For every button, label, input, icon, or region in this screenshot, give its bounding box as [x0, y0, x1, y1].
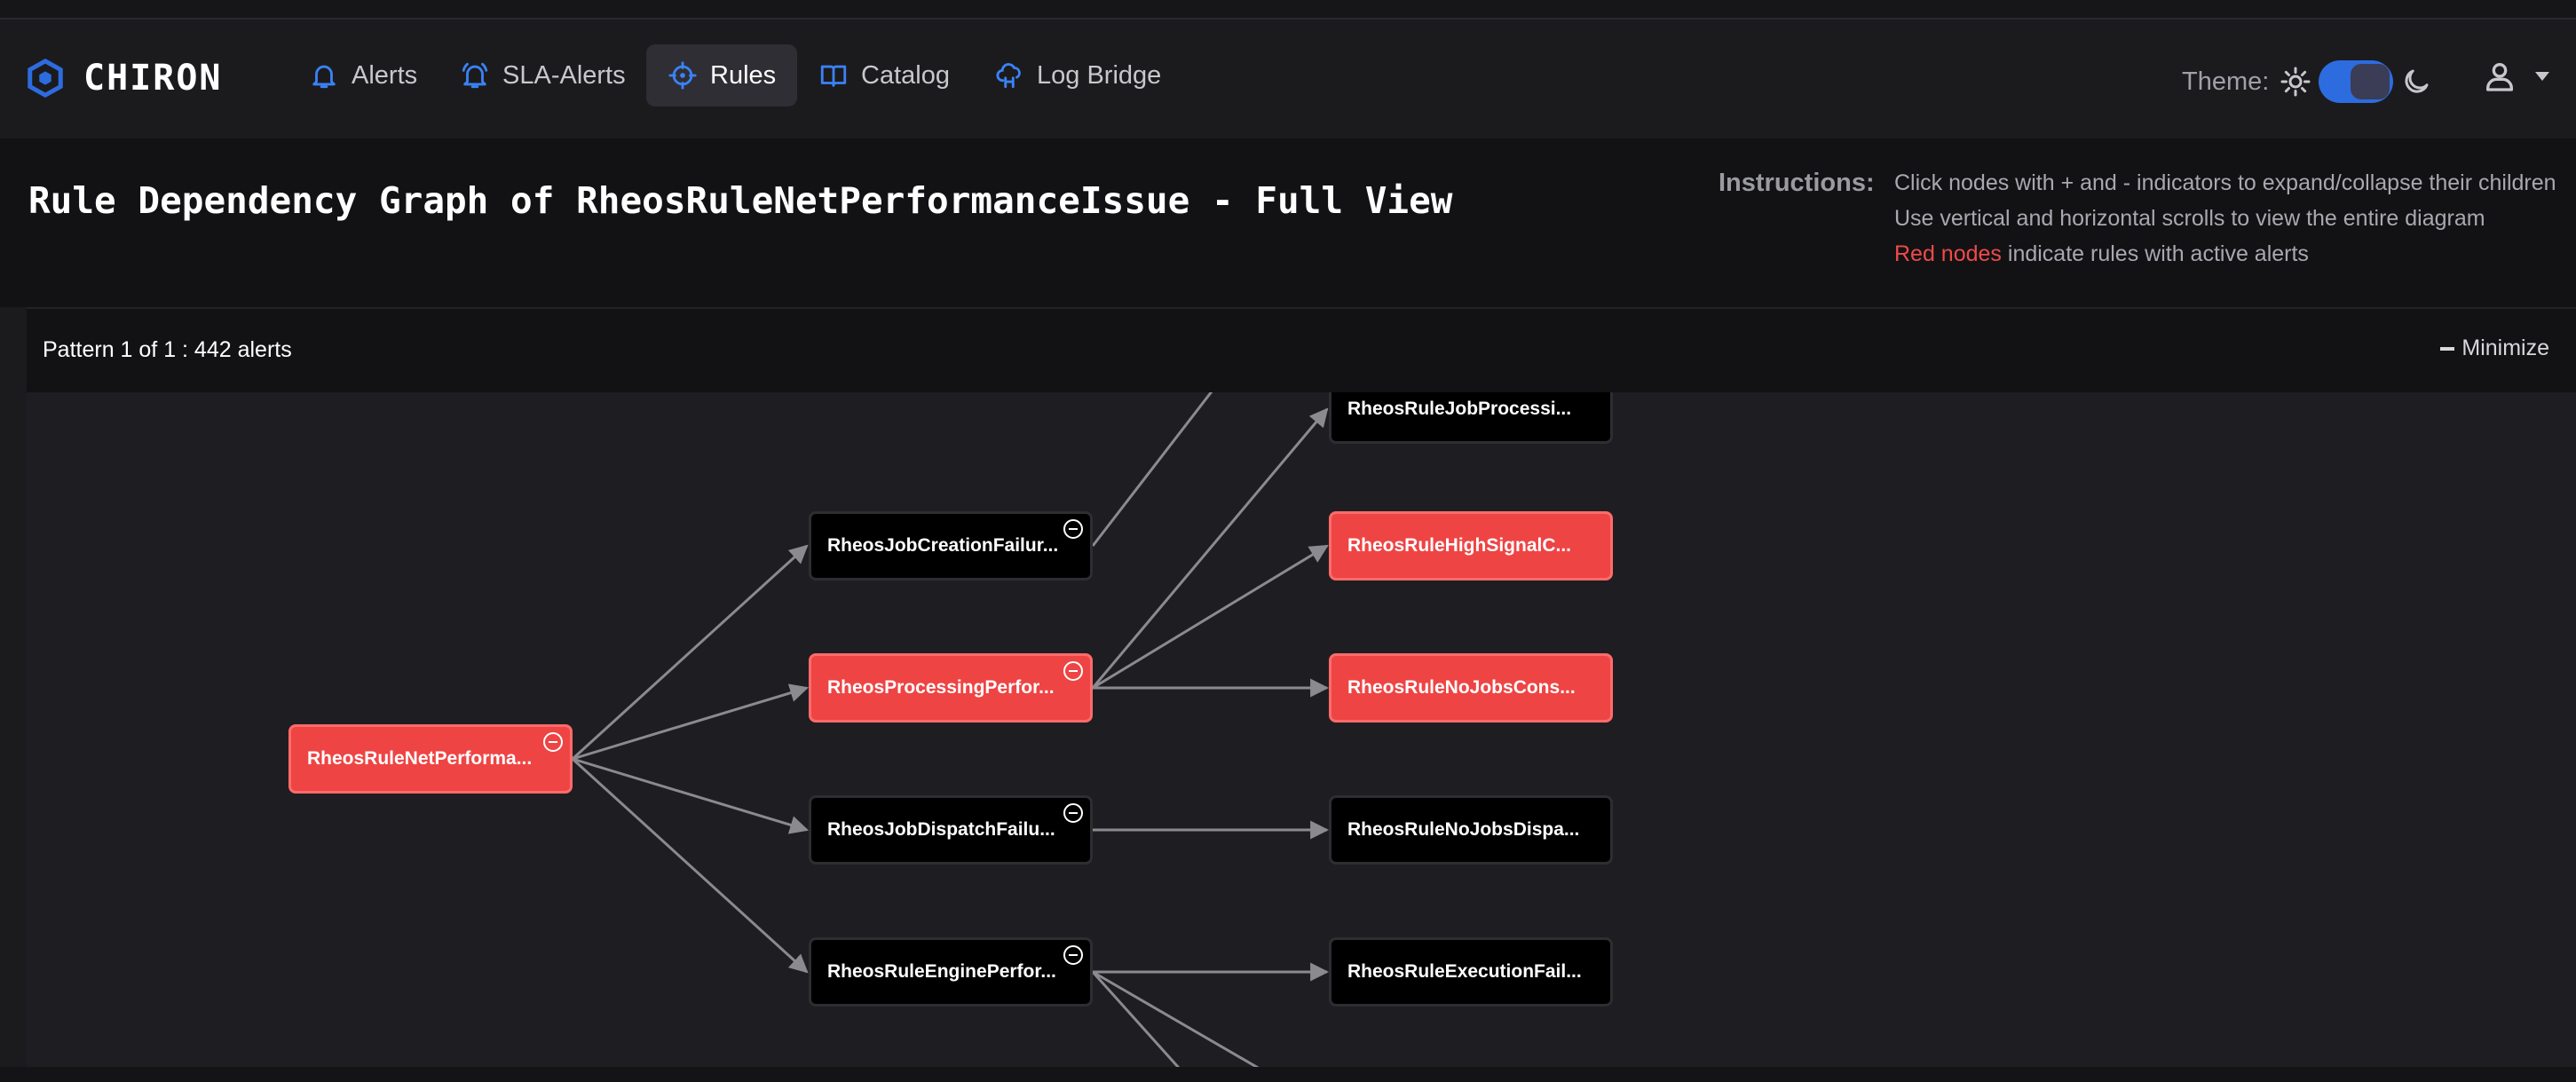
moon-icon	[2405, 69, 2429, 93]
user-menu[interactable]	[2482, 59, 2549, 94]
collapse-minus-icon[interactable]	[543, 732, 563, 752]
red-nodes-legend: Red nodes	[1894, 241, 2002, 266]
collapse-minus-icon[interactable]	[1063, 661, 1083, 681]
graph-node-job-dispatch[interactable]: RheosJobDispatchFailu...	[809, 795, 1093, 865]
theme-switcher: Theme:	[2182, 60, 2432, 103]
pattern-bar: Pattern 1 of 1 : 442 alerts Minimize	[27, 309, 2576, 392]
instruction-line-tail: indicate rules with active alerts	[2007, 241, 2309, 266]
graph-node-processing[interactable]: RheosProcessingPerfor...	[809, 653, 1093, 723]
collapse-minus-icon[interactable]	[1063, 945, 1083, 965]
graph-node-no-jobs-cons[interactable]: RheosRuleNoJobsCons...	[1329, 653, 1613, 723]
graph-node-label: RheosRuleHighSignalC...	[1347, 535, 1572, 556]
cloud-link-icon	[996, 63, 1021, 89]
instructions-label: Instructions:	[1719, 169, 1875, 197]
theme-label: Theme:	[2182, 67, 2270, 96]
crosshair-icon	[668, 61, 697, 90]
bell-icon	[312, 65, 336, 89]
chiron-logo-icon	[28, 58, 63, 99]
graph-node-label: RheosRuleNoJobsDispa...	[1347, 819, 1580, 840]
nav-catalog[interactable]: Catalog	[797, 44, 971, 107]
edge-root-to-job_dispatch	[572, 757, 810, 834]
pattern-summary: Pattern 1 of 1 : 442 alerts	[43, 337, 292, 362]
top-navbar: CHIRON Alerts SLA-Alerts Rules Catalog L…	[0, 20, 2576, 137]
book-icon	[820, 65, 847, 87]
nav-sla-alerts-label: SLA-Alerts	[502, 60, 626, 90]
horizontal-scrollbar[interactable]	[0, 1067, 2576, 1082]
graph-node-job-creation[interactable]: RheosJobCreationFailur...	[809, 511, 1093, 580]
dependency-graph-canvas[interactable]: RheosRuleNetPerforma... RheosJobCreationF…	[27, 392, 2576, 1067]
nav-log-bridge[interactable]: Log Bridge	[973, 44, 1182, 107]
nav-catalog-label: Catalog	[861, 60, 950, 90]
edge-root-to-processing	[572, 683, 810, 761]
graph-node-label: RheosJobDispatchFailu...	[827, 819, 1055, 840]
theme-toggle[interactable]	[2319, 60, 2394, 103]
collapse-minus-icon[interactable]	[1063, 519, 1083, 539]
graph-node-rule-engine[interactable]: RheosRuleEnginePerfor...	[809, 937, 1093, 1007]
nav-rules[interactable]: Rules	[646, 44, 798, 107]
edge-rule_engine-offscreen-2	[1092, 970, 1260, 1067]
page-header: Rule Dependency Graph of RheosRuleNetPer…	[0, 138, 2576, 307]
minimize-label: Minimize	[2461, 336, 2549, 360]
edge-root-to-job_creation	[571, 544, 809, 761]
minimize-button[interactable]: Minimize	[2440, 336, 2549, 361]
minus-icon	[2440, 346, 2455, 351]
instructions-list: Click nodes with + and - indicators to e…	[1894, 165, 2556, 272]
instruction-line: Click nodes with + and - indicators to e…	[1894, 170, 2556, 195]
bell-ring-icon	[462, 62, 488, 89]
graph-node-label: RheosRuleExecutionFail...	[1347, 961, 1582, 982]
edge-rule_engine-offscreen-1	[1091, 970, 1181, 1067]
edge-root-to-rule_engine	[571, 757, 809, 974]
edge-processing-to-job_processing	[1091, 407, 1329, 689]
graph-node-label: RheosRuleEnginePerfor...	[827, 961, 1056, 982]
graph-node-label: RheosRuleNetPerforma...	[307, 748, 533, 769]
app-logo[interactable]: CHIRON	[25, 55, 223, 101]
nav-log-bridge-label: Log Bridge	[1037, 60, 1162, 90]
graph-node-job-processing[interactable]: RheosRuleJobProcessi...	[1329, 392, 1613, 444]
nav-sla-alerts[interactable]: SLA-Alerts	[439, 44, 647, 107]
collapse-minus-icon[interactable]	[1063, 803, 1083, 823]
graph-node-no-jobs-dispa[interactable]: RheosRuleNoJobsDispa...	[1329, 795, 1613, 865]
chevron-down-icon	[2535, 72, 2549, 81]
graph-node-root[interactable]: RheosRuleNetPerforma...	[288, 724, 573, 794]
graph-node-high-signal[interactable]: RheosRuleHighSignalC...	[1329, 511, 1613, 580]
nav-rules-label: Rules	[710, 60, 777, 90]
edge-job_creation-offscreen	[1091, 392, 1213, 547]
nav-alerts-label: Alerts	[352, 60, 418, 90]
graph-node-execution-fail[interactable]: RheosRuleExecutionFail...	[1329, 937, 1613, 1007]
nav-alerts[interactable]: Alerts	[288, 44, 439, 107]
graph-node-label: RheosRuleNoJobsCons...	[1347, 677, 1576, 698]
instruction-line-legend: Red nodes indicate rules with active ale…	[1894, 236, 2556, 272]
page-title: Rule Dependency Graph of RheosRuleNetPer…	[28, 179, 1453, 222]
sun-icon	[2280, 67, 2311, 97]
edge-processing-to-high_signal	[1092, 544, 1329, 690]
graph-node-label: RheosRuleJobProcessi...	[1347, 399, 1572, 419]
instruction-line: Use vertical and horizontal scrolls to v…	[1894, 206, 2485, 231]
user-icon	[2486, 63, 2513, 91]
graph-node-label: RheosProcessingPerfor...	[827, 677, 1055, 698]
app-name: CHIRON	[83, 58, 223, 99]
window-top-strip	[0, 0, 2576, 20]
theme-toggle-knob	[2351, 64, 2390, 99]
graph-node-label: RheosJobCreationFailur...	[827, 535, 1059, 556]
